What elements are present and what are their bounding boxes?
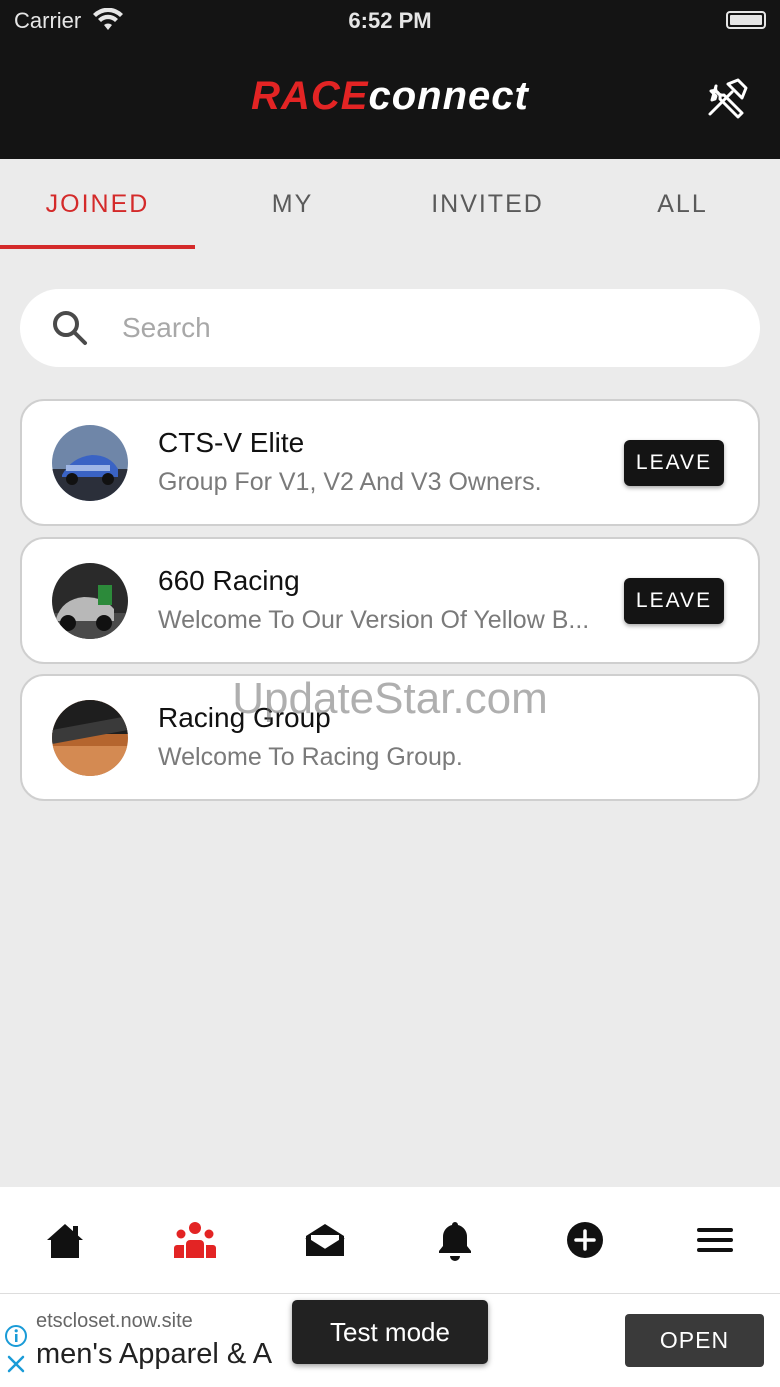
group-name: CTS-V Elite	[158, 427, 305, 458]
test-mode-badge: Test mode	[292, 1300, 488, 1364]
tab-my[interactable]: MY	[195, 159, 390, 249]
group-name: 660 Racing	[158, 565, 300, 596]
nav-messages[interactable]	[260, 1187, 390, 1293]
group-avatar	[52, 563, 128, 639]
logo-connect-text: connect	[368, 74, 529, 118]
group-description: Welcome To Our Version Of Yellow B...	[158, 606, 590, 634]
group-card[interactable]: CTS-V Elite Group For V1, V2 And V3 Owne…	[20, 399, 760, 526]
search-bar[interactable]	[20, 289, 760, 367]
menu-icon	[697, 1228, 733, 1252]
groups-icon	[174, 1222, 216, 1258]
bottom-nav	[0, 1187, 780, 1293]
leave-button[interactable]: LEAVE	[624, 578, 724, 624]
app-header: Carrier 6:52 PM RACEconnect	[0, 0, 780, 159]
clock: 6:52 PM	[348, 8, 432, 33]
leave-button[interactable]: LEAVE	[624, 440, 724, 486]
group-name: Racing Group	[158, 702, 331, 733]
group-avatar	[52, 425, 128, 501]
search-input[interactable]	[122, 312, 682, 344]
group-description: Welcome To Racing Group.	[158, 743, 463, 771]
bell-icon	[439, 1222, 471, 1261]
group-card[interactable]: Racing Group Welcome To Racing Group.	[20, 674, 760, 801]
group-avatar	[52, 700, 128, 776]
battery-icon	[726, 11, 766, 29]
nav-groups[interactable]	[130, 1187, 260, 1293]
group-description: Group For V1, V2 And V3 Owners.	[158, 468, 542, 496]
logo-race-text: RACE	[251, 74, 369, 118]
tab-all[interactable]: ALL	[585, 159, 780, 249]
tab-invited[interactable]: INVITED	[390, 159, 585, 249]
status-bar: Carrier 6:52 PM	[0, 0, 780, 40]
info-icon[interactable]	[4, 1324, 28, 1348]
ad-open-button[interactable]: OPEN	[625, 1314, 764, 1367]
group-tabs: JOINED MY INVITED ALL	[0, 159, 780, 249]
search-icon	[53, 311, 87, 345]
nav-home[interactable]	[0, 1187, 130, 1293]
tools-icon[interactable]	[702, 76, 754, 122]
ad-url: etscloset.now.site	[36, 1310, 193, 1332]
nav-menu[interactable]	[650, 1187, 780, 1293]
ad-headline: men's Apparel & A	[36, 1338, 273, 1370]
messages-icon	[305, 1224, 345, 1256]
app-logo: RACEconnect	[0, 74, 780, 119]
group-card[interactable]: 660 Racing Welcome To Our Version Of Yel…	[20, 537, 760, 664]
nav-notifications[interactable]	[390, 1187, 520, 1293]
add-icon	[567, 1222, 603, 1258]
tab-joined[interactable]: JOINED	[0, 159, 195, 249]
close-icon[interactable]	[6, 1354, 26, 1374]
home-icon	[47, 1224, 83, 1258]
nav-add[interactable]	[520, 1187, 650, 1293]
